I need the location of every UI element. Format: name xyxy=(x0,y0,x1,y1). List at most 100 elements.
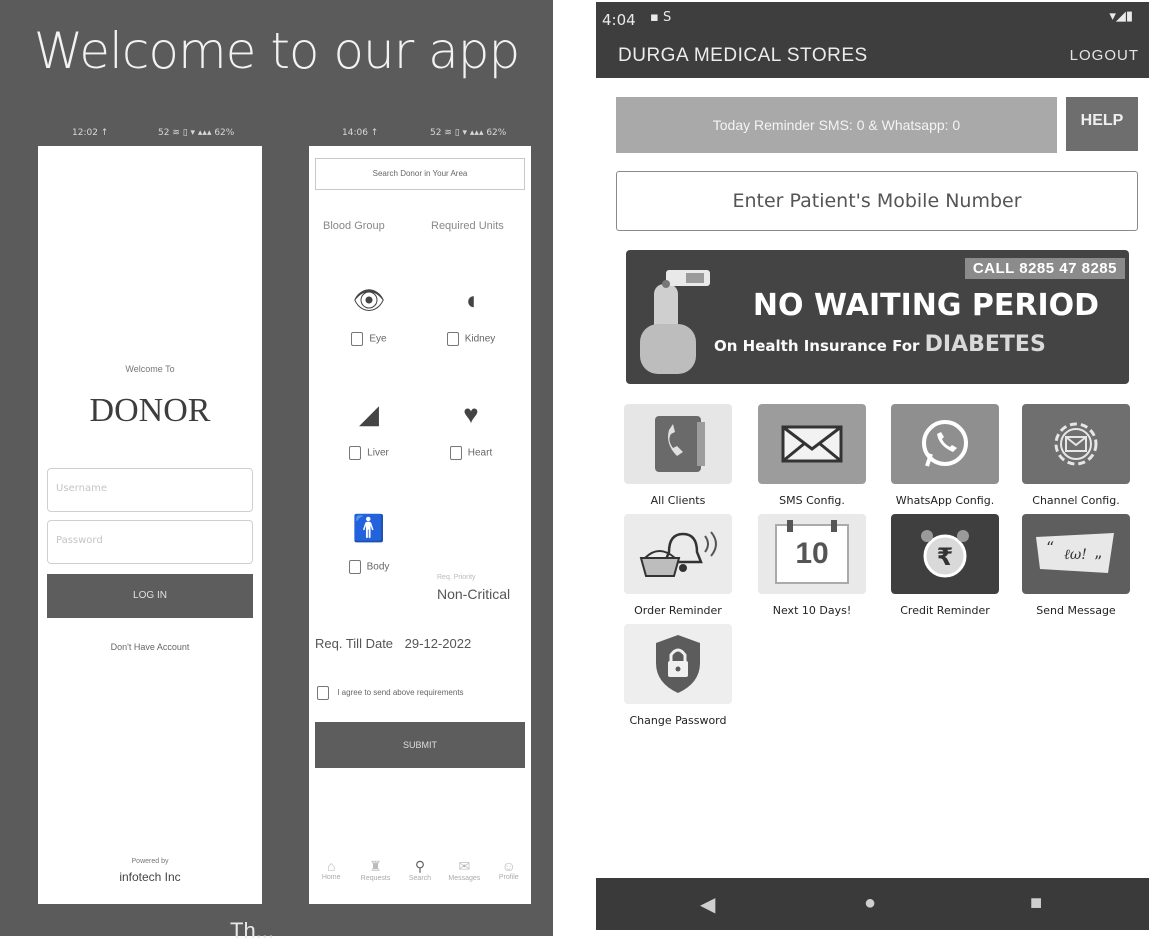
nav-search[interactable]: ⚲ Search xyxy=(400,858,440,898)
liver-icon: ◢ xyxy=(359,399,379,429)
home-icon[interactable]: ● xyxy=(864,892,876,915)
req-till-label: Req. Till Date xyxy=(315,636,394,651)
donor-login-button[interactable]: LOG IN xyxy=(47,574,253,618)
blood-group-dropdown[interactable]: Blood Group xyxy=(323,220,385,232)
tile-label: Change Password xyxy=(629,714,727,727)
organ-kidney[interactable]: ◖ Kidney xyxy=(421,282,521,346)
organ-label: Kidney xyxy=(464,333,496,345)
tile-label: All Clients xyxy=(650,494,706,507)
body-checkbox[interactable] xyxy=(348,560,361,574)
organ-heart[interactable]: ♥ Heart xyxy=(421,396,521,460)
donor-status-icons: 52 ≋ ▯ ▾ ▴▴▴ 62% xyxy=(158,128,235,138)
donor-password-input[interactable]: Password xyxy=(47,520,253,564)
tile-label: WhatsApp Config. xyxy=(895,494,995,507)
tile-label: Next 10 Days! xyxy=(772,604,852,617)
android-navigation-bar: ◀ ● ■ xyxy=(596,878,1149,930)
bottom-navigation: ⌂ Home ♜ Requests ⚲ Search ✉ Messages ☺ Profi… xyxy=(309,858,531,898)
banner-call-number[interactable]: CALL 8285 47 8285 xyxy=(964,258,1125,279)
req-till-value: 29-12-2022 xyxy=(404,636,472,651)
svg-text:ℓω!: ℓω! xyxy=(1064,547,1087,563)
insurance-banner[interactable]: CALL 8285 47 8285 NO WAITING PERIOD On H… xyxy=(626,250,1129,384)
help-label: HELP xyxy=(1080,112,1124,129)
nav-home[interactable]: ⌂ Home xyxy=(311,858,351,898)
nav-label: Home xyxy=(321,874,341,881)
lock-shield-icon xyxy=(624,624,732,704)
back-icon[interactable]: ◀ xyxy=(700,892,715,917)
tile-label: Send Message xyxy=(1036,604,1116,617)
tile-credit-reminder[interactable]: ₹ Credit Reminder xyxy=(891,514,999,617)
status-time: 4:04 xyxy=(602,11,636,29)
priority-label: Req. Priority xyxy=(437,574,476,581)
nav-messages[interactable]: ✉ Messages xyxy=(444,858,484,898)
nav-requests[interactable]: ♜ Requests xyxy=(356,858,396,898)
finger-glucose-icon xyxy=(640,270,710,374)
phone-book-icon xyxy=(624,404,732,484)
tile-sms-config[interactable]: SMS Config. xyxy=(758,404,866,507)
search-icon: ⚲ xyxy=(414,858,426,874)
calendar-10-icon: 10 xyxy=(758,514,866,594)
liver-checkbox[interactable] xyxy=(349,446,362,460)
priority-dropdown[interactable]: Non-Critical xyxy=(437,586,510,602)
requests-icon: ♜ xyxy=(369,858,382,874)
tile-label: Channel Config. xyxy=(1032,494,1120,507)
tile-whatsapp-config[interactable]: WhatsApp Config. xyxy=(891,404,999,507)
envelope-icon xyxy=(758,404,866,484)
app-bar: DURGA MEDICAL STORES LOGOUT xyxy=(596,36,1149,78)
tile-change-password[interactable]: Change Password xyxy=(624,624,732,727)
tile-label: Credit Reminder xyxy=(900,604,990,617)
organ-body[interactable]: 🚹 Body xyxy=(319,510,419,574)
submit-button[interactable]: SUBMIT xyxy=(315,722,525,768)
help-button[interactable]: HELP xyxy=(1066,97,1138,151)
nav-label: Profile xyxy=(498,874,519,881)
recents-icon[interactable]: ■ xyxy=(1030,892,1042,915)
organ-liver[interactable]: ◢ Liver xyxy=(319,396,419,460)
banner-highlight: DIABETES xyxy=(924,332,1046,357)
nav-label: Search xyxy=(408,875,432,882)
donor-status-time: 12:02 ↑ xyxy=(72,128,109,138)
nav-label: Messages xyxy=(448,875,481,882)
quote-message-icon: “ ℓω! ” xyxy=(1022,514,1130,594)
req-till-date[interactable]: Req. Till Date 29-12-2022 xyxy=(315,636,471,651)
patient-mobile-input[interactable]: Enter Patient's Mobile Number xyxy=(616,171,1138,231)
tile-all-clients[interactable]: All Clients xyxy=(624,404,732,507)
tile-order-reminder[interactable]: Order Reminder xyxy=(624,514,732,617)
search-donor-screen: Search Donor in Your Area Blood Group Re… xyxy=(309,146,531,904)
logout-button[interactable]: LOGOUT xyxy=(1070,47,1139,64)
required-units-dropdown[interactable]: Required Units xyxy=(431,220,504,232)
search-status-time: 14:06 ↑ xyxy=(342,128,379,138)
heart-checkbox[interactable] xyxy=(449,446,462,460)
speech-tail-icon xyxy=(1094,143,1110,151)
organ-eye[interactable]: 👁 Eye xyxy=(319,282,419,346)
signal-battery-icons: ▾◢▮ xyxy=(1109,9,1133,24)
whatsapp-icon xyxy=(891,404,999,484)
donor-company-name: infotech Inc xyxy=(119,870,181,884)
kidney-icon: ◖ xyxy=(463,285,479,315)
messages-icon: ✉ xyxy=(458,858,471,874)
agree-text: I agree to send above requirements xyxy=(337,688,464,698)
kidney-checkbox[interactable] xyxy=(446,332,459,346)
eye-checkbox[interactable] xyxy=(351,332,364,346)
reminder-summary: Today Reminder SMS: 0 & Whatsapp: 0 xyxy=(616,97,1057,153)
heart-icon: ♥ xyxy=(463,399,479,429)
agree-row[interactable]: I agree to send above requirements xyxy=(317,686,464,700)
search-donor-input[interactable]: Search Donor in Your Area xyxy=(315,158,525,190)
agree-checkbox[interactable] xyxy=(317,686,329,700)
donor-username-input[interactable]: Username xyxy=(47,468,253,512)
basket-bell-icon xyxy=(624,514,732,594)
donor-app-name: DONOR xyxy=(89,392,211,429)
left-page-title: Welcome to our app xyxy=(33,22,521,80)
left-bottom-caption: Th... xyxy=(230,918,275,943)
svg-text:₹: ₹ xyxy=(937,543,954,571)
tile-label: SMS Config. xyxy=(779,494,845,507)
home-icon: ⌂ xyxy=(326,858,336,874)
nav-profile[interactable]: ☺ Profile xyxy=(489,858,529,898)
tile-channel-config[interactable]: Channel Config. xyxy=(1022,404,1130,507)
profile-icon: ☺ xyxy=(501,858,516,874)
donor-signup-link[interactable]: Don't Have Account xyxy=(38,642,262,652)
rupee-alarm-icon: ₹ xyxy=(891,514,999,594)
status-bar: 4:04 ▪ S ▾◢▮ xyxy=(596,2,1149,36)
tile-send-message[interactable]: “ ℓω! ” Send Message xyxy=(1022,514,1130,617)
notification-icons: ▪ S xyxy=(650,10,672,25)
tile-next-10-days[interactable]: 10 Next 10 Days! xyxy=(758,514,866,617)
tile-label: Order Reminder xyxy=(634,604,722,617)
